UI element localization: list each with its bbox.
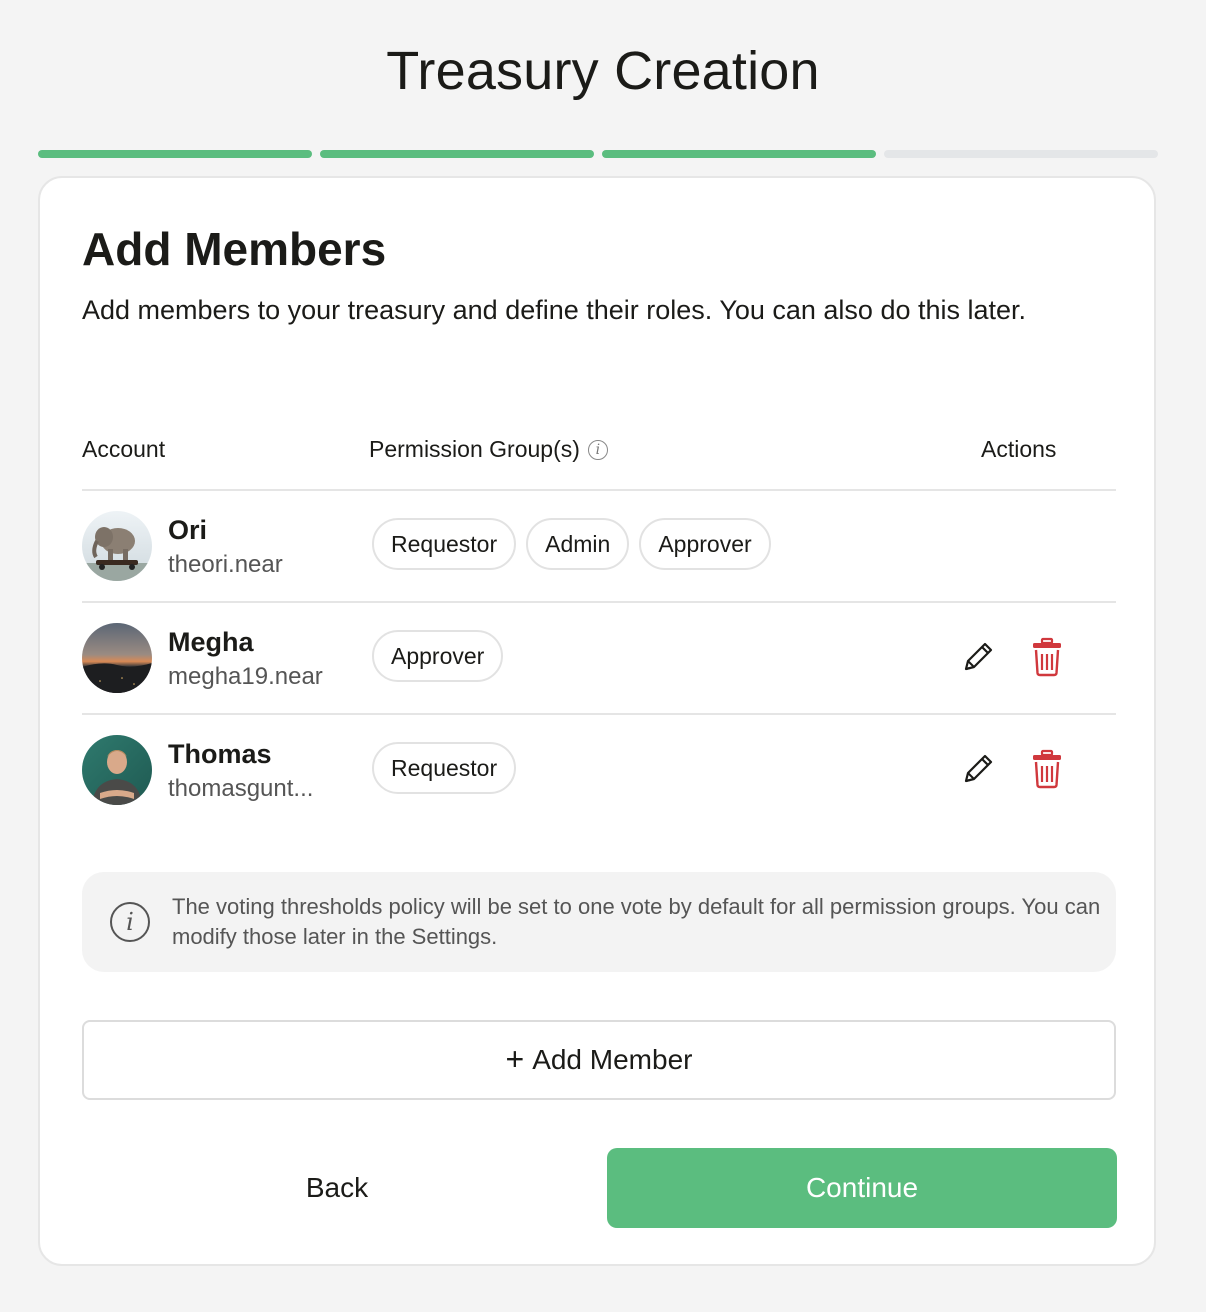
member-account: thomasgunt... bbox=[168, 775, 314, 802]
member-row-ori: Ori theori.near Requestor Admin Approver bbox=[82, 491, 1116, 601]
member-name: Megha bbox=[168, 627, 254, 657]
page-title: Treasury Creation bbox=[386, 41, 820, 101]
member-name: Ori bbox=[168, 515, 208, 545]
info-icon[interactable]: i bbox=[587, 439, 608, 460]
permission-groups: Requestor bbox=[372, 742, 517, 794]
voting-threshold-notice: i The voting thresholds policy will be s… bbox=[82, 872, 1116, 972]
add-member-label: Add Member bbox=[532, 1044, 693, 1075]
continue-button[interactable]: Continue bbox=[607, 1148, 1117, 1228]
step-title: Add Members bbox=[82, 223, 387, 275]
step-progress-bar bbox=[38, 150, 1158, 158]
notice-text: The voting thresholds policy will be set… bbox=[172, 894, 1101, 949]
back-button[interactable]: Back bbox=[82, 1148, 592, 1228]
progress-step-1 bbox=[38, 150, 312, 158]
person-photo-avatar bbox=[82, 735, 152, 805]
member-row-thomas: Thomas thomasgunt... Requestor bbox=[82, 715, 1116, 825]
member-row-megha: Megha megha19.near Approver bbox=[82, 603, 1116, 713]
progress-step-3 bbox=[602, 150, 876, 158]
progress-step-2 bbox=[320, 150, 594, 158]
role-badge-requestor: Requestor bbox=[372, 742, 517, 794]
role-badge-approver: Approver bbox=[639, 518, 771, 570]
column-header-actions: Actions bbox=[981, 436, 1057, 462]
progress-step-4 bbox=[884, 150, 1158, 158]
column-header-account: Account bbox=[82, 436, 166, 462]
add-members-card: Add Members Add members to your treasury… bbox=[38, 176, 1156, 1266]
member-name: Thomas bbox=[168, 739, 272, 769]
permission-groups: Approver bbox=[372, 630, 504, 682]
add-member-button[interactable]: + Add Member bbox=[82, 1020, 1116, 1100]
permission-groups: Requestor Admin Approver bbox=[372, 518, 771, 570]
pencil-icon[interactable] bbox=[958, 637, 998, 677]
sunset-landscape-avatar bbox=[82, 623, 152, 693]
step-description: Add members to your treasury and define … bbox=[82, 295, 1027, 325]
trash-icon[interactable] bbox=[1030, 749, 1064, 789]
trash-icon[interactable] bbox=[1030, 637, 1064, 677]
pencil-icon[interactable] bbox=[958, 749, 998, 789]
member-account: megha19.near bbox=[168, 663, 323, 690]
elephant-skateboard-avatar bbox=[82, 511, 152, 581]
column-header-permission-groups: Permission Group(s) i bbox=[369, 436, 608, 463]
role-badge-requestor: Requestor bbox=[372, 518, 517, 570]
plus-icon: + bbox=[505, 1040, 525, 1077]
info-icon: i bbox=[110, 902, 150, 942]
role-badge-approver: Approver bbox=[372, 630, 504, 682]
member-account: theori.near bbox=[168, 551, 283, 578]
column-header-permission-groups-label: Permission Group(s) bbox=[369, 436, 580, 462]
role-badge-admin: Admin bbox=[526, 518, 630, 570]
